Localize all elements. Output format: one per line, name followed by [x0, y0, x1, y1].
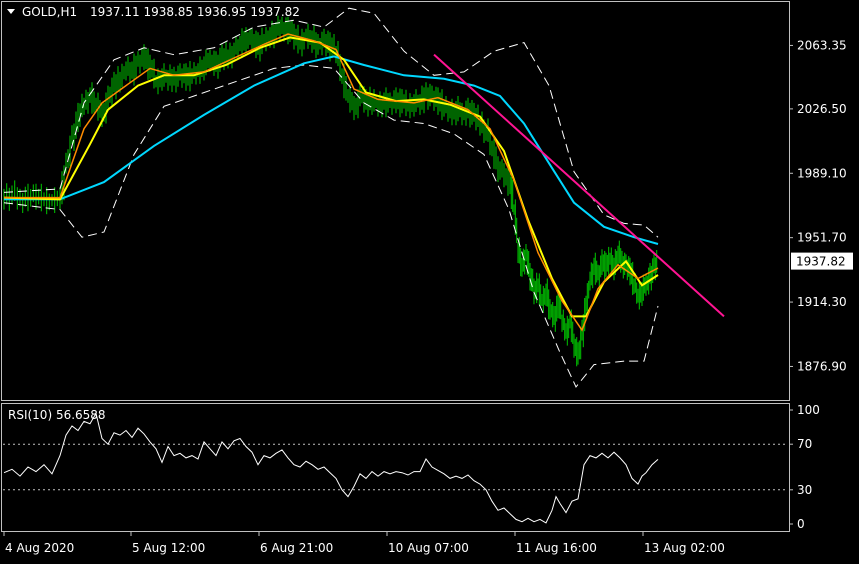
price-tick-label: 1989.10 — [797, 166, 847, 180]
current-price-value: 1937.82 — [796, 255, 846, 269]
price-plot[interactable] — [3, 7, 725, 388]
trendline — [433, 53, 725, 318]
time-tick-label: 13 Aug 02:00 — [644, 541, 725, 555]
price-tick-label: 1914.30 — [797, 295, 847, 309]
price-tick-label: 2063.35 — [797, 38, 847, 52]
rsi-tick-label: 70 — [797, 437, 812, 451]
time-tick-label: 6 Aug 21:00 — [260, 541, 333, 555]
rsi-tick-label: 0 — [797, 517, 805, 531]
time-tick-label: 11 Aug 16:00 — [516, 541, 597, 555]
rsi-label: RSI(10) 56.6588 — [8, 408, 106, 422]
rsi-line — [3, 412, 659, 524]
rsi-plot[interactable] — [3, 412, 788, 524]
time-tick-label: 5 Aug 12:00 — [132, 541, 205, 555]
ma-slow-line — [4, 55, 659, 245]
price-tick-label: 1876.90 — [797, 359, 847, 373]
price-panel-frame — [1, 1, 790, 401]
chart-canvas[interactable]: 2063.35 2026.50 1989.10 1951.70 1914.30 1876.… — [0, 0, 859, 560]
rsi-tick-label: 100 — [797, 403, 820, 417]
price-tick-label: 1951.70 — [797, 231, 847, 245]
rsi-panel-frame — [1, 403, 790, 532]
symbol-label: GOLD,H1 — [22, 5, 77, 19]
ma-mid-line — [3, 36, 659, 318]
time-tick-label: 4 Aug 2020 — [5, 541, 74, 555]
rsi-tick-label: 30 — [797, 483, 812, 497]
time-tick-label: 10 Aug 07:00 — [388, 541, 469, 555]
triangle-down-icon[interactable] — [7, 9, 15, 14]
axes: 2063.35 2026.50 1989.10 1951.70 1914.30 1876.… — [3, 38, 847, 555]
ohlc-values: 1937.11 1938.85 1936.95 1937.82 — [90, 5, 300, 19]
trading-chart[interactable]: 2063.35 2026.50 1989.10 1951.70 1914.30 1876.… — [0, 0, 859, 560]
price-tick-label: 2026.50 — [797, 102, 847, 116]
